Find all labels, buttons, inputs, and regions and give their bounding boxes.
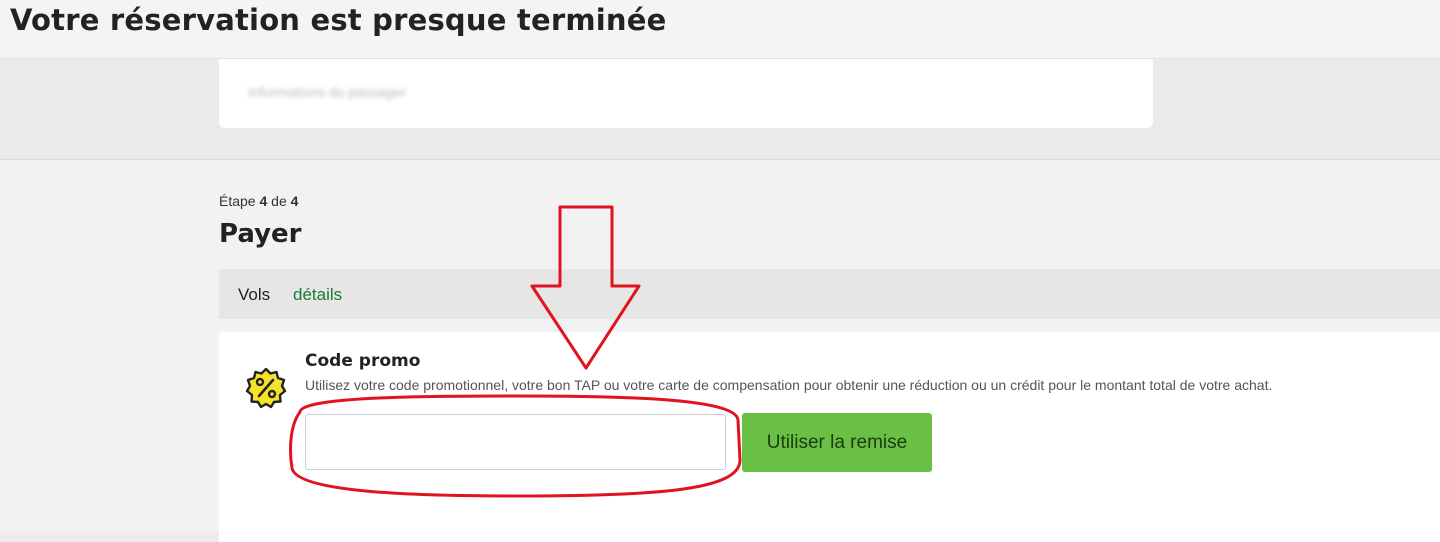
flights-summary-bar: Vols détails [219, 269, 1440, 319]
flights-label: Vols [238, 285, 271, 304]
step-indicator: Étape 4 de 4 [219, 193, 298, 209]
page-header: Votre réservation est presque terminée [0, 0, 1440, 59]
page-header-title: Votre réservation est presque terminée [10, 3, 667, 37]
redacted-text: Informations du passager [248, 84, 406, 100]
promo-title: Code promo [305, 351, 421, 371]
step-separator: de [271, 193, 287, 209]
apply-discount-button[interactable]: Utiliser la remise [742, 413, 932, 472]
step-total: 4 [290, 193, 299, 209]
promo-code-input[interactable] [305, 414, 726, 470]
page-title: Payer [219, 219, 302, 249]
step-prefix: Étape [219, 193, 256, 209]
step-current: 4 [259, 193, 268, 209]
flights-details-link[interactable]: détails [293, 285, 342, 305]
percent-badge-icon [245, 367, 287, 409]
promo-description: Utilisez votre code promotionnel, votre … [305, 377, 1273, 393]
